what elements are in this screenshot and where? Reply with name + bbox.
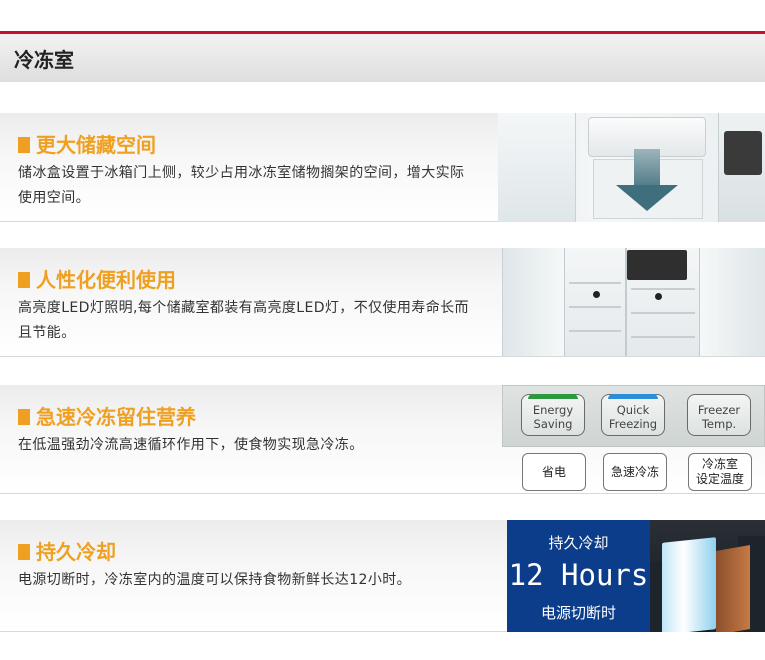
fridge-shelf	[569, 282, 621, 284]
feature-title: 人性化便利使用	[18, 264, 176, 293]
quick-freezing-button: Quick Freezing	[601, 394, 665, 436]
hours-banner: 持久冷却 12 Hours 电源切断时	[507, 520, 650, 632]
fridge-shelf	[631, 288, 695, 290]
button-line1: Energy	[532, 403, 574, 417]
square-bullet-icon	[18, 137, 30, 153]
control-panel-illustration: Energy Saving Quick Freezing Freezer Tem…	[502, 385, 765, 494]
blue-led-icon	[608, 394, 658, 399]
square-bullet-icon	[18, 544, 30, 560]
cn-label-energy-saving: 省电	[522, 453, 586, 491]
feature-description: 在低温强劲冷流高速循环作用下，使食物实现急冷冻。	[18, 437, 364, 453]
fridge-door-right	[699, 248, 765, 356]
button-line2: Temp.	[701, 417, 737, 431]
feature-section-storage: 更大储藏空间 储冰盒设置于冰箱门上侧，较少占用冰冻室储物搁架的空间，增大实际使用…	[0, 113, 765, 222]
glowing-fridge	[662, 537, 716, 632]
feature-title-text: 人性化便利使用	[36, 268, 176, 292]
control-panel: Energy Saving Quick Freezing Freezer Tem…	[502, 385, 765, 447]
fridge-interior-photo	[502, 248, 765, 356]
night-city-photo	[650, 520, 765, 632]
led-light-icon	[655, 293, 662, 300]
feature-title-text: 更大储藏空间	[36, 133, 156, 157]
green-led-icon	[528, 394, 578, 399]
fridge-shelf	[631, 312, 695, 314]
ice-box-illustration	[498, 113, 765, 222]
banner-top-text: 持久冷却	[548, 534, 609, 552]
square-bullet-icon	[18, 272, 30, 288]
feature-section-led: 人性化便利使用 高亮度LED灯照明,每个储藏室都装有高亮度LED灯，不仅使用寿命…	[0, 248, 765, 357]
feature-section-quick-freeze: 急速冷冻留住营养 在低温强劲冷流高速循环作用下，使食物实现急冷冻。 Energy…	[0, 385, 765, 494]
banner-hours-text: 12 Hours	[508, 558, 649, 592]
button-line2: Freezing	[608, 417, 658, 431]
cn-label-text: 冷冻室	[701, 457, 738, 471]
feature-description: 高亮度LED灯照明,每个储藏室都装有高亮度LED灯，不仅使用寿命长而且节能。	[18, 300, 469, 341]
feature-title: 持久冷却	[18, 536, 116, 565]
cn-label-freezer-temp: 冷冻室 设定温度	[688, 453, 752, 491]
feature-section-lasting-cooling: 持久冷却 电源切断时，冷冻室内的温度可以保持食物新鲜长达12小时。 持久冷却 1…	[0, 520, 765, 632]
feature-title-text: 急速冷冻留住营养	[36, 405, 196, 429]
fridge-display	[724, 131, 762, 175]
square-bullet-icon	[18, 409, 30, 425]
energy-saving-button: Energy Saving	[521, 394, 585, 436]
fridge-shelf	[631, 336, 695, 338]
down-arrow-icon	[634, 149, 660, 187]
feature-title-text: 持久冷却	[36, 540, 116, 564]
fridge-shelf	[569, 306, 621, 308]
cn-label-text: 急速冷冻	[610, 464, 659, 479]
page-header: 冷冻室	[0, 34, 765, 82]
cn-label-text: 设定温度	[695, 472, 744, 486]
feature-title: 急速冷冻留住营养	[18, 401, 196, 430]
fridge-door-left	[503, 248, 565, 356]
fridge-side-panel	[716, 545, 750, 632]
button-line2: Saving	[533, 417, 573, 431]
button-line1: Freezer	[697, 403, 741, 417]
fridge-dispenser	[627, 250, 687, 280]
feature-title: 更大储藏空间	[18, 129, 156, 158]
page-title: 冷冻室	[14, 48, 74, 72]
feature-description: 电源切断时，冷冻室内的温度可以保持食物新鲜长达12小时。	[18, 572, 412, 588]
button-line1: Quick	[616, 403, 650, 417]
freezer-temp-button: Freezer Temp.	[687, 394, 751, 436]
fridge-shelf	[569, 330, 621, 332]
fridge-door-left	[498, 113, 576, 222]
cn-label-quick-freezing: 急速冷冻	[603, 453, 667, 491]
led-light-icon	[593, 291, 600, 298]
cn-label-text: 省电	[541, 464, 566, 479]
feature-description: 储冰盒设置于冰箱门上侧，较少占用冰冻室储物搁架的空间，增大实际使用空间。	[18, 165, 465, 206]
lasting-cooling-banner: 持久冷却 12 Hours 电源切断时	[507, 520, 765, 632]
banner-bottom-text: 电源切断时	[540, 604, 616, 622]
down-arrow-head-icon	[616, 185, 678, 211]
